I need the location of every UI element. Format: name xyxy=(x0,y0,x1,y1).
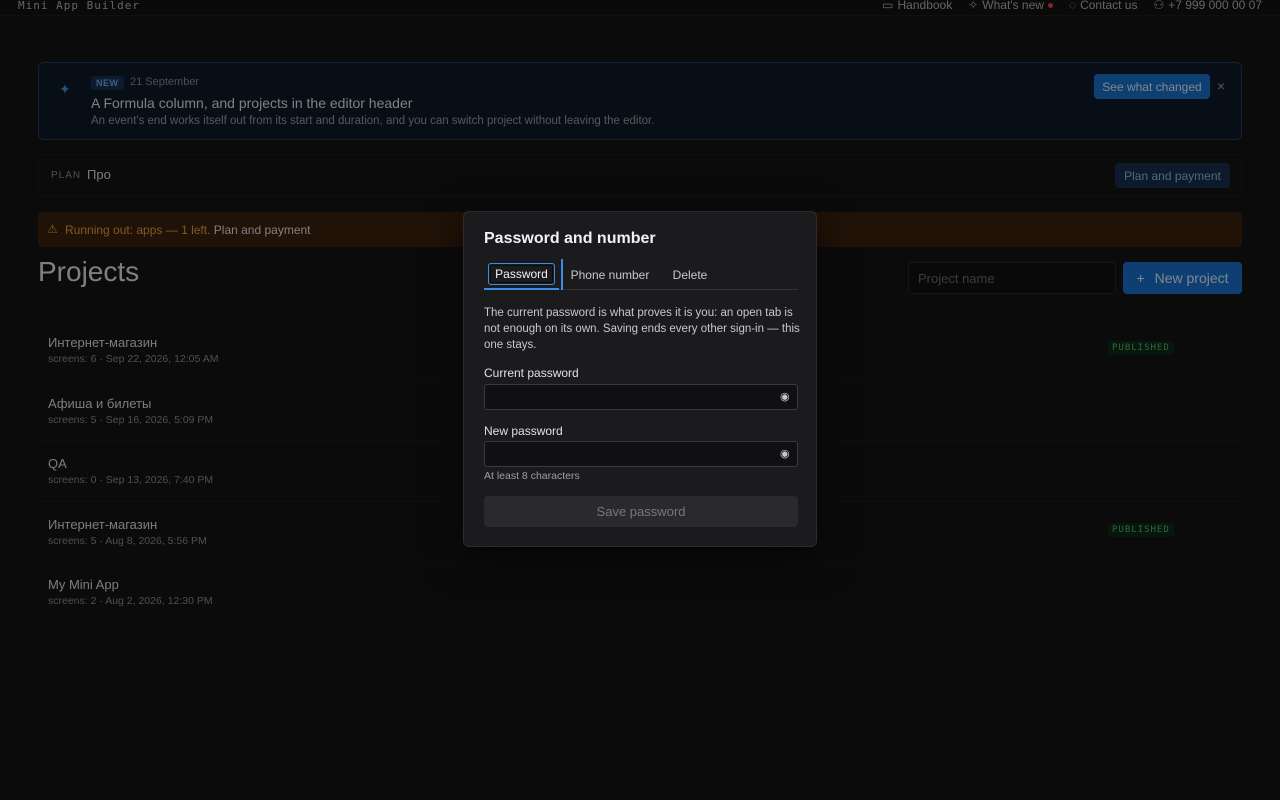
dialog-title: Password and number xyxy=(484,230,656,247)
project-meta: screens: 6 · Sep 22, 2026, 12:05 AM xyxy=(48,353,219,365)
project-meta: screens: 5 · Aug 8, 2026, 5:56 PM xyxy=(48,534,207,547)
project-name: Интернет-магазин xyxy=(48,335,158,350)
plan-and-payment-button[interactable]: Plan and payment xyxy=(1115,163,1230,188)
project-meta: screens: 5 · Sep 16, 2026, 5:09 PM xyxy=(48,413,214,426)
plan-value: Про xyxy=(87,167,111,182)
project-name-input[interactable] xyxy=(908,262,1116,294)
tab-phone-number[interactable]: Phone number xyxy=(568,259,652,290)
warning-message: Running out: apps — 1 left. xyxy=(65,223,211,237)
save-password-button[interactable]: Save password xyxy=(484,496,798,527)
list-item[interactable]: My Mini App screens: 2 · Aug 2, 2026, 12… xyxy=(38,562,1242,623)
whats-new-link[interactable]: ✧ What's new xyxy=(968,0,1053,12)
warning-text: Running out: apps — 1 left. Plan and pay… xyxy=(65,223,311,237)
close-icon[interactable]: × xyxy=(1217,78,1225,94)
globe-icon: ◌ xyxy=(1068,0,1077,12)
sparkle-icon: ✦ xyxy=(59,81,71,97)
new-project-button[interactable]: + New project xyxy=(1123,262,1242,294)
account-phone: +7 999 000 00 07 xyxy=(1168,0,1262,12)
project-meta: screens: 2 · Aug 2, 2026, 12:30 PM xyxy=(48,595,213,607)
plan-panel: PLAN Про Plan and payment xyxy=(38,154,1242,196)
current-password-field[interactable] xyxy=(484,384,798,410)
new-password-field[interactable] xyxy=(484,441,798,467)
book-icon: ▭ xyxy=(882,0,894,12)
account-link[interactable]: ⚇ +7 999 000 00 07 xyxy=(1153,0,1262,12)
warning-plan-link[interactable]: Plan and payment xyxy=(214,223,311,237)
new-project-label: New project xyxy=(1154,270,1229,286)
dialog-tabs: Password Phone number Delete xyxy=(484,259,798,290)
eye-icon[interactable]: ◉ xyxy=(780,447,790,460)
dialog-description: The current password is what proves it i… xyxy=(484,307,800,351)
user-icon: ⚇ xyxy=(1153,0,1165,12)
app-name: Mini App Builder xyxy=(18,0,140,12)
tab-password[interactable]: Password xyxy=(484,259,559,290)
project-name: Интернет-магазин xyxy=(48,516,158,532)
tab-delete[interactable]: Delete xyxy=(666,259,714,290)
tab-password-label: Password xyxy=(488,262,555,285)
tab-divider xyxy=(561,259,563,290)
password-dialog: Password and number Password Phone numbe… xyxy=(463,211,817,547)
new-badge: NEW xyxy=(91,76,124,90)
project-name: My Mini App xyxy=(48,577,119,592)
banner-title: A Formula column, and projects in the ed… xyxy=(91,95,413,111)
notification-dot xyxy=(1047,2,1053,8)
project-meta: screens: 0 · Sep 13, 2026, 7:40 PM xyxy=(48,474,214,486)
plus-icon: + xyxy=(1136,270,1145,286)
banner-date: 21 September xyxy=(130,76,200,88)
whats-new-banner: ✦ NEW 21 September A Formula column, and… xyxy=(38,62,1242,140)
handbook-link[interactable]: ▭ Handbook xyxy=(882,0,952,12)
eye-icon[interactable]: ◉ xyxy=(780,390,790,403)
project-name: Афиша и билеты xyxy=(48,395,152,411)
contact-label: Contact us xyxy=(1080,0,1138,12)
see-what-changed-button[interactable]: See what changed xyxy=(1094,74,1210,99)
banner-description: An event's end works itself out from its… xyxy=(91,115,655,127)
current-password-label: Current password xyxy=(484,366,579,380)
whats-new-label: What's new xyxy=(982,0,1044,12)
new-password-label: New password xyxy=(484,424,563,438)
handbook-label: Handbook xyxy=(897,0,953,12)
status-badge: PUBLISHED xyxy=(1108,522,1174,537)
password-hint: At least 8 characters xyxy=(484,470,580,482)
top-bar: Mini App Builder ▭ Handbook ✧ What's new… xyxy=(0,0,1280,16)
status-badge: PUBLISHED xyxy=(1108,341,1174,355)
top-links: ▭ Handbook ✧ What's new ◌ Contact us ⚇ +… xyxy=(882,0,1262,12)
contact-link[interactable]: ◌ Contact us xyxy=(1069,0,1138,12)
warning-icon: ⚠ xyxy=(47,222,58,236)
plan-label: PLAN xyxy=(51,170,82,181)
page-title: Projects xyxy=(38,256,140,287)
project-name: QA xyxy=(48,456,67,471)
sparkle-icon: ✧ xyxy=(968,0,979,12)
